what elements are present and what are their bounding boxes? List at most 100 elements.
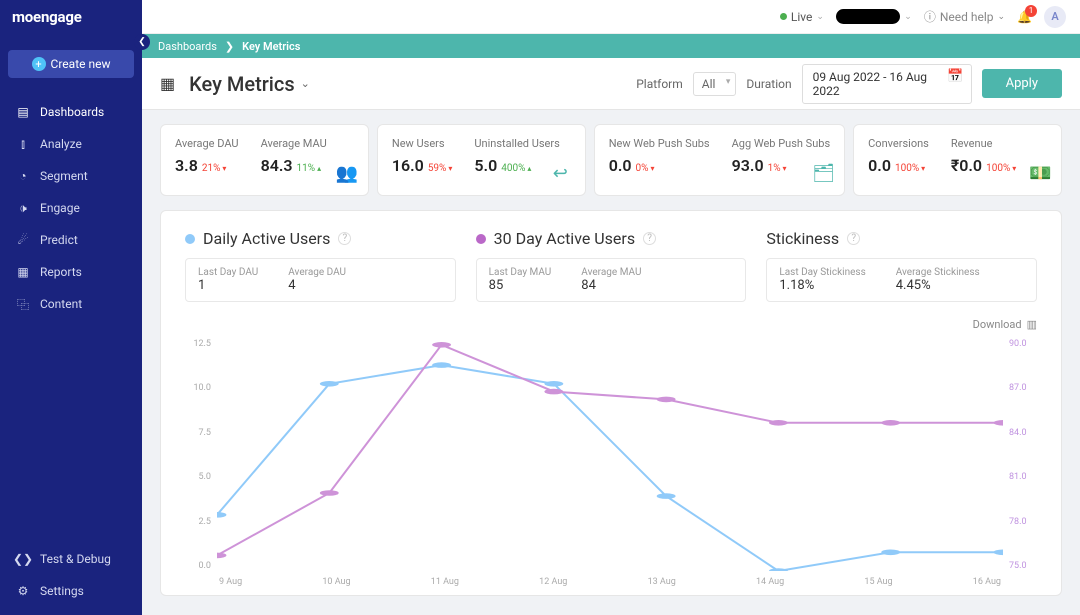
ytick: 12.5 [185, 339, 211, 349]
sidebar-item-segment[interactable]: ◔Segment [0, 160, 142, 192]
chart: 12.510.07.55.02.50.0 9 Aug10 Aug11 Aug12… [185, 337, 1037, 587]
sidebar-item-dashboards[interactable]: ▤Dashboards [0, 96, 142, 128]
ytick: 81.0 [1009, 472, 1037, 482]
xtick: 12 Aug [539, 577, 567, 587]
page-title: Key Metrics [189, 72, 295, 96]
help-icon[interactable]: ? [338, 232, 351, 245]
kpi-value: 16.0 [392, 156, 424, 175]
ytick: 0.0 [185, 561, 211, 571]
kpi-value: 84.3 [261, 156, 293, 175]
chevron-down-icon: ⌄ [904, 12, 912, 22]
kpi-group: Conversions 0.0100% [868, 137, 929, 183]
apply-button[interactable]: Apply [982, 69, 1062, 98]
logo: moengage [0, 0, 142, 34]
ytick: 90.0 [1009, 339, 1037, 349]
sub-label: Last Day MAU [489, 267, 552, 278]
sub-label: Last Day DAU [198, 267, 258, 278]
metric-stickiness: Stickiness ? Last Day Stickiness1.18% Ave… [766, 229, 1037, 302]
sidebar-item-reports[interactable]: ▦Reports [0, 256, 142, 288]
avatar[interactable]: A [1044, 6, 1066, 28]
kpi-change: 59% [428, 163, 453, 174]
nav-label: Content [40, 297, 82, 311]
date-range-input[interactable]: 09 Aug 2022 - 16 Aug 2022 [802, 64, 972, 104]
kpi-change: 100% [986, 163, 1016, 174]
chevron-down-icon: ⌄ [998, 12, 1006, 22]
help-label: Need help [940, 10, 994, 24]
sub-metric: Average Stickiness4.45% [896, 267, 980, 293]
download-link[interactable]: Download ▥ [185, 318, 1037, 331]
xtick: 16 Aug [973, 577, 1001, 587]
kpi-change: 21% [202, 163, 227, 174]
kpi-card[interactable]: Average DAU 3.8 21% Average MAU 84.3 11% 👥 [160, 124, 369, 196]
kpi-change: 100% [895, 163, 925, 174]
help-icon[interactable]: ? [847, 232, 860, 245]
kpi-card[interactable]: Conversions 0.0100% Revenue ₹0.0100% 💵 [853, 124, 1062, 196]
xtick: 13 Aug [648, 577, 676, 587]
sidebar-item-test-debug[interactable]: ❮❯Test & Debug [0, 543, 142, 575]
kpi-value: 93.0 [732, 156, 764, 175]
nav-label: Test & Debug [40, 552, 111, 566]
breadcrumb: Dashboards ❯ Key Metrics [142, 34, 1080, 58]
kpi-change: 1% [768, 163, 787, 174]
sub-label: Last Day Stickiness [779, 267, 865, 278]
nav-label: Settings [40, 584, 84, 598]
kpi-icon: 👥 [336, 163, 358, 185]
kpi-card[interactable]: New Users 16.059% Uninstalled Users 5.04… [377, 124, 586, 196]
sidebar-collapse-icon[interactable]: ❮ [134, 34, 150, 50]
metric-title-label: Stickiness [766, 229, 839, 248]
kpi-label: Uninstalled Users [474, 137, 559, 150]
download-icon: ▥ [1027, 318, 1037, 331]
breadcrumb-root[interactable]: Dashboards [158, 40, 217, 53]
xtick: 11 Aug [431, 577, 459, 587]
sidebar-item-engage[interactable]: 🕩Engage [0, 192, 142, 224]
sidebar-item-content[interactable]: ⿻Content [0, 288, 142, 320]
nav-label: Reports [40, 265, 82, 279]
xtick: 10 Aug [322, 577, 350, 587]
kpi-change: 0% [636, 163, 655, 174]
help-link[interactable]: ⓘ Need help ⌄ [924, 8, 1005, 25]
nav-label: Dashboards [40, 105, 104, 119]
metric-title-label: 30 Day Active Users [494, 229, 635, 248]
kpi-value: 3.8 [175, 156, 198, 175]
notifications-icon[interactable]: 🔔 1 [1017, 10, 1032, 24]
sidebar-item-analyze[interactable]: ⫾Analyze [0, 128, 142, 160]
kpi-group: New Users 16.059% [392, 137, 453, 183]
sub-value: 4.45% [896, 278, 980, 293]
plus-icon: + [32, 57, 46, 71]
create-new-button[interactable]: + Create new [8, 50, 134, 78]
sidebar-item-settings[interactable]: ⚙Settings [0, 575, 142, 607]
kpi-label: Revenue [951, 137, 1016, 150]
kpi-icon: 🗂 [812, 163, 834, 185]
sidebar-item-predict[interactable]: ☄Predict [0, 224, 142, 256]
grid-icon[interactable]: ▦ [160, 74, 175, 93]
sub-value: 84 [581, 278, 641, 293]
metric-title-label: Daily Active Users [203, 229, 330, 248]
kpi-label: Average DAU [175, 137, 239, 150]
nav-icon: 🕩 [16, 201, 30, 215]
ytick: 5.0 [185, 472, 211, 482]
sub-label: Average Stickiness [896, 267, 980, 278]
page-header: ▦ Key Metrics ⌄ Platform All Duration 09… [142, 58, 1080, 110]
help-icon[interactable]: ? [643, 232, 656, 245]
title-chevron-down-icon[interactable]: ⌄ [301, 77, 310, 90]
env-selector[interactable]: Live ⌄ [780, 10, 824, 24]
kpi-label: Average MAU [261, 137, 327, 150]
kpi-card[interactable]: New Web Push Subs 0.00% Agg Web Push Sub… [594, 124, 845, 196]
sub-value: 85 [489, 278, 552, 293]
ytick: 7.5 [185, 428, 211, 438]
calendar-icon[interactable]: 📅 [947, 69, 963, 84]
metric-dau: Daily Active Users ? Last Day DAU1Averag… [185, 229, 456, 302]
kpi-icon: ↩ [553, 163, 575, 185]
ytick: 2.5 [185, 517, 211, 527]
sub-metric: Last Day Stickiness1.18% [779, 267, 865, 293]
dot-icon [476, 234, 486, 244]
sub-value: 1 [198, 278, 258, 293]
nav-label: Segment [40, 169, 88, 183]
account-selector[interactable]: ████ [836, 9, 900, 24]
platform-select[interactable]: All [693, 72, 737, 96]
live-dot-icon [780, 13, 787, 20]
kpi-value: 0.0 [609, 156, 632, 175]
kpi-change: 11% [297, 163, 322, 174]
kpi-icon: 💵 [1029, 163, 1051, 185]
sub-label: Average MAU [581, 267, 641, 278]
